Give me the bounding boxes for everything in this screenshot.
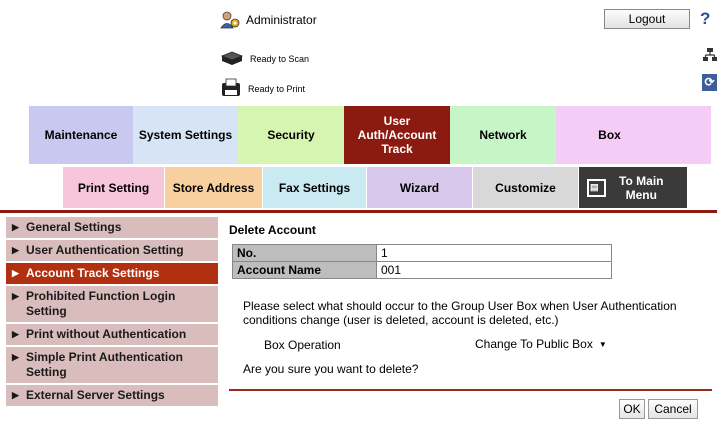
sub-tab-bar: Print Setting Store Address Fax Settings Wi… xyxy=(63,167,688,208)
logout-button[interactable]: Logout xyxy=(604,9,690,29)
tab-print-setting[interactable]: Print Setting xyxy=(63,167,165,208)
arrow-right-icon: ▶ xyxy=(12,268,19,278)
sidebar-item-label: User Authentication Setting xyxy=(26,243,184,257)
sidebar-item-print-without-authentication[interactable]: ▶ Print without Authentication xyxy=(6,324,218,345)
box-operation-select[interactable]: Change To Public Box ▼ xyxy=(469,334,617,354)
page-title: Delete Account xyxy=(229,223,316,237)
description-text: Please select what should occur to the G… xyxy=(243,299,677,327)
sidebar-item-label: External Server Settings xyxy=(26,388,165,402)
sidebar: ▶ General Settings ▶ User Authentication Se… xyxy=(6,217,218,428)
ok-button[interactable]: OK xyxy=(619,399,645,419)
main-tab-security[interactable]: Security xyxy=(238,106,344,164)
arrow-right-icon: ▶ xyxy=(12,245,19,255)
cancel-button[interactable]: Cancel xyxy=(648,399,698,419)
tab-fax-settings[interactable]: Fax Settings xyxy=(263,167,367,208)
sidebar-item-label: Account Track Settings xyxy=(26,266,160,280)
site-map-icon[interactable] xyxy=(703,48,717,65)
tab-wizard[interactable]: Wizard xyxy=(367,167,473,208)
sidebar-item-user-authentication-setting[interactable]: ▶ User Authentication Setting xyxy=(6,240,218,261)
account-name-label: Account Name xyxy=(232,261,377,279)
sidebar-item-label: General Settings xyxy=(26,220,122,234)
arrow-right-icon: ▶ xyxy=(12,291,19,301)
sidebar-item-external-server-settings[interactable]: ▶ External Server Settings xyxy=(6,385,218,406)
table-row: Account Name 001 xyxy=(232,261,612,279)
sidebar-item-general-settings[interactable]: ▶ General Settings xyxy=(6,217,218,238)
main-tab-box[interactable]: Box xyxy=(556,106,663,164)
print-status-text: Ready to Print xyxy=(248,84,306,94)
box-operation-value: Change To Public Box xyxy=(475,337,593,351)
account-info-table: No. 1 Account Name 001 xyxy=(232,244,612,279)
help-icon[interactable]: ? xyxy=(700,9,717,29)
main-tab-network[interactable]: Network xyxy=(450,106,556,164)
scan-status-text: Ready to Scan xyxy=(250,54,310,64)
chevron-down-icon: ▼ xyxy=(598,339,607,349)
main-menu-icon: ▤ xyxy=(587,178,606,197)
main-tab-maintenance[interactable]: Maintenance xyxy=(29,106,133,164)
table-row: No. 1 xyxy=(232,244,612,262)
main-tab-system-settings[interactable]: System Settings xyxy=(133,106,238,164)
sidebar-item-prohibited-function-login-setting[interactable]: ▶ Prohibited Function Login Setting xyxy=(6,286,218,322)
print-status: Ready to Print xyxy=(220,78,306,100)
tab-store-address[interactable]: Store Address xyxy=(165,167,263,208)
scanner-icon xyxy=(220,50,244,68)
to-main-menu-button[interactable]: ▤ To Main Menu xyxy=(579,167,688,208)
user-name: Administrator xyxy=(246,13,317,27)
scan-status: Ready to Scan xyxy=(220,49,309,69)
main-tab-bar: Maintenance System Settings Security User A… xyxy=(29,106,711,164)
to-main-menu-label: To Main Menu xyxy=(619,173,664,202)
arrow-right-icon: ▶ xyxy=(12,329,19,339)
number-label: No. xyxy=(232,244,377,262)
sidebar-item-simple-print-authentication-setting[interactable]: ▶ Simple Print Authentication Setting xyxy=(6,347,218,383)
arrow-right-icon: ▶ xyxy=(12,222,19,232)
number-value: 1 xyxy=(376,244,612,262)
account-name-value: 001 xyxy=(376,261,612,279)
sidebar-item-label: Print without Authentication xyxy=(26,327,187,341)
user-info: Administrator xyxy=(220,10,317,30)
refresh-icon[interactable]: ⟳ xyxy=(702,74,717,91)
printer-icon xyxy=(220,78,242,100)
confirm-text: Are you sure you want to delete? xyxy=(243,362,419,376)
arrow-right-icon: ▶ xyxy=(12,390,19,400)
main-tab-user-auth-account-track[interactable]: User Auth/Account Track xyxy=(344,106,450,164)
section-divider xyxy=(0,210,717,213)
sidebar-item-label: Simple Print Authentication Setting xyxy=(26,350,183,379)
box-operation-label: Box Operation xyxy=(264,338,341,352)
content-divider xyxy=(229,389,712,391)
sidebar-item-account-track-settings[interactable]: ▶ Account Track Settings xyxy=(6,263,218,284)
arrow-right-icon: ▶ xyxy=(12,352,19,362)
tab-customize[interactable]: Customize xyxy=(473,167,579,208)
administrator-icon xyxy=(220,11,240,29)
sidebar-item-label: Prohibited Function Login Setting xyxy=(26,289,176,318)
tab-filler xyxy=(663,106,711,164)
